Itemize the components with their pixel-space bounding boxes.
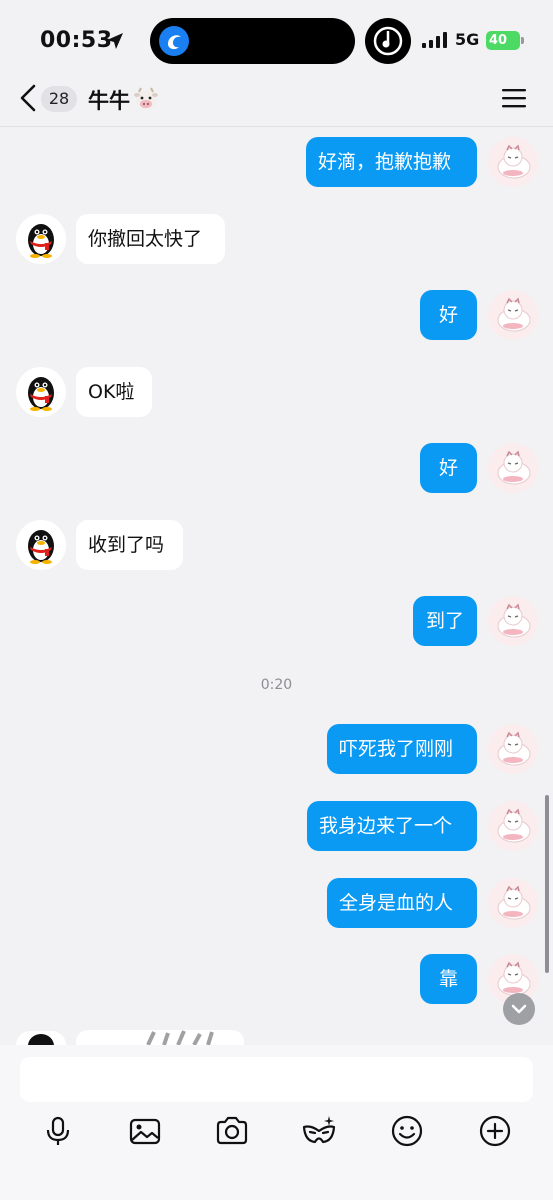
my-avatar[interactable] [488,596,538,646]
contact-avatar[interactable] [16,214,66,264]
menu-icon[interactable] [500,86,528,110]
battery-icon: 40 [486,31,520,50]
my-avatar[interactable] [488,878,538,928]
message-bubble-contact[interactable]: OK啦 [76,367,152,417]
app-activity-icon [159,26,189,56]
message-bubble-contact[interactable]: 你撤回太快了 [76,214,225,264]
cow-emoji-icon [134,87,158,109]
message-bubble-contact-partial[interactable] [76,1030,244,1045]
my-avatar[interactable] [488,137,538,187]
status-time: 00:53 [40,28,113,53]
plus-icon[interactable] [477,1113,513,1149]
mask-icon[interactable] [301,1113,337,1149]
composer-panel [0,1045,553,1200]
dynamic-island [150,18,355,64]
message-bubble-mine[interactable]: 好滴，抱歉抱歉 [306,137,477,187]
chevron-down-icon [511,1004,527,1014]
music-activity-icon [365,18,411,64]
back-chevron-icon[interactable] [14,80,44,116]
chat-title: 牛牛 [88,89,130,113]
message-bubble-mine[interactable]: 好 [420,443,477,493]
message-bubble-mine[interactable]: 我身边来了一个 [307,801,477,851]
message-bubble-mine[interactable]: 吓死我了刚刚 [327,724,477,774]
message-bubble-mine[interactable]: 全身是血的人 [327,878,477,928]
contact-avatar[interactable] [16,1031,66,1045]
chat-header: 28 牛牛 [0,72,553,127]
message-bubble-mine[interactable]: 好 [420,290,477,340]
battery-tip [521,37,524,44]
image-icon[interactable] [127,1113,163,1149]
microphone-icon[interactable] [40,1113,76,1149]
message-bubble-contact[interactable]: 收到了吗 [76,520,183,570]
network-type: 5G [455,30,480,49]
my-avatar[interactable] [488,290,538,340]
message-bubble-mine[interactable]: 靠 [420,954,477,1004]
camera-icon[interactable] [214,1113,250,1149]
my-avatar[interactable] [488,443,538,493]
unread-count-badge[interactable]: 28 [41,86,77,112]
location-arrow-icon [107,33,123,49]
battery-level: 40 [489,33,508,48]
cellular-signal-icon [422,32,447,48]
blurred-image-preview [146,1030,214,1045]
status-bar: 00:53 5G 40 [0,0,553,82]
contact-avatar[interactable] [16,520,66,570]
message-input[interactable] [20,1057,533,1102]
emoji-icon[interactable] [389,1113,425,1149]
message-bubble-mine[interactable]: 到了 [413,596,477,646]
scroll-to-bottom-button[interactable] [503,993,535,1025]
my-avatar[interactable] [488,801,538,851]
my-avatar[interactable] [488,724,538,774]
scrollbar[interactable] [545,795,549,973]
message-timestamp: 0:20 [260,677,293,693]
contact-avatar[interactable] [16,367,66,417]
